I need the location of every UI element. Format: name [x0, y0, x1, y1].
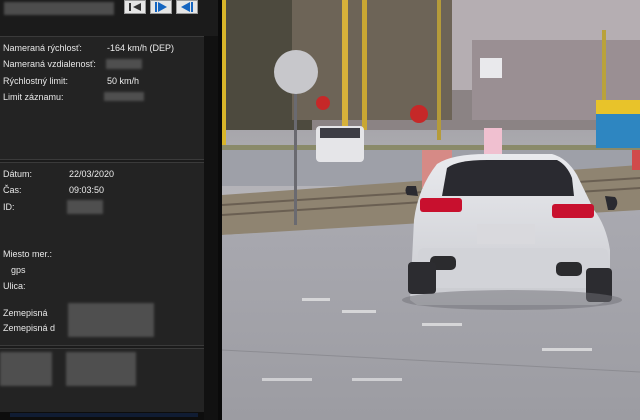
record-limit-value-redacted: [104, 92, 144, 101]
record-limit-label: Limit záznamu:: [3, 92, 64, 102]
play-icon: [155, 2, 167, 12]
bottom-redacted-right: [66, 352, 136, 386]
limit-label: Rýchlostný limit:: [3, 76, 69, 86]
date-label: Dátum:: [3, 169, 33, 179]
date-value: 22/03/2020: [69, 169, 115, 179]
first-frame-button[interactable]: [124, 0, 146, 14]
blurred-header-text: [4, 2, 114, 15]
latitude-label: Zemepisná: [3, 308, 48, 318]
bottom-progress[interactable]: [10, 413, 198, 417]
distance-label: Nameraná vzdialenosť:: [3, 59, 96, 69]
longitude-label: Zemepisná d: [3, 323, 56, 333]
gps-label: gps: [11, 265, 26, 275]
skip-to-start-icon: [129, 3, 141, 11]
panel-scrollbar[interactable]: [204, 36, 218, 420]
bottom-redacted-left: [0, 352, 52, 386]
camera-frame: [222, 0, 640, 420]
yellow-pole: [222, 0, 226, 160]
rewind-icon: [181, 2, 193, 12]
measurement-panel: Nameraná rýchlosť: -164 km/h (DEP) Namer…: [0, 0, 218, 420]
time-value: 09:03:50: [69, 185, 105, 195]
limit-value: 50 km/h: [107, 76, 140, 86]
stop-sign-icon: [316, 96, 330, 110]
speed-section: Nameraná rýchlosť: -164 km/h (DEP) Namer…: [0, 36, 204, 160]
id-value-redacted: [67, 200, 103, 214]
speed-value: -164 km/h (DEP): [107, 43, 175, 53]
street-label: Ulica:: [3, 281, 26, 291]
rewind-button[interactable]: [176, 0, 198, 14]
coordinates-redacted: [68, 303, 154, 337]
stop-sign-icon: [410, 105, 428, 123]
time-label: Čas:: [3, 185, 22, 195]
id-label: ID:: [3, 202, 15, 212]
distance-value-redacted: [106, 59, 142, 69]
street-scene-image: [222, 0, 640, 420]
place-label: Miesto mer.:: [3, 249, 53, 259]
traffic-sign: [274, 50, 318, 94]
play-button[interactable]: [150, 0, 172, 14]
speed-label: Nameraná rýchlosť:: [3, 43, 82, 53]
record-section: Dátum: 22/03/2020 Čas: 09:03:50 ID: Mies…: [0, 162, 204, 346]
